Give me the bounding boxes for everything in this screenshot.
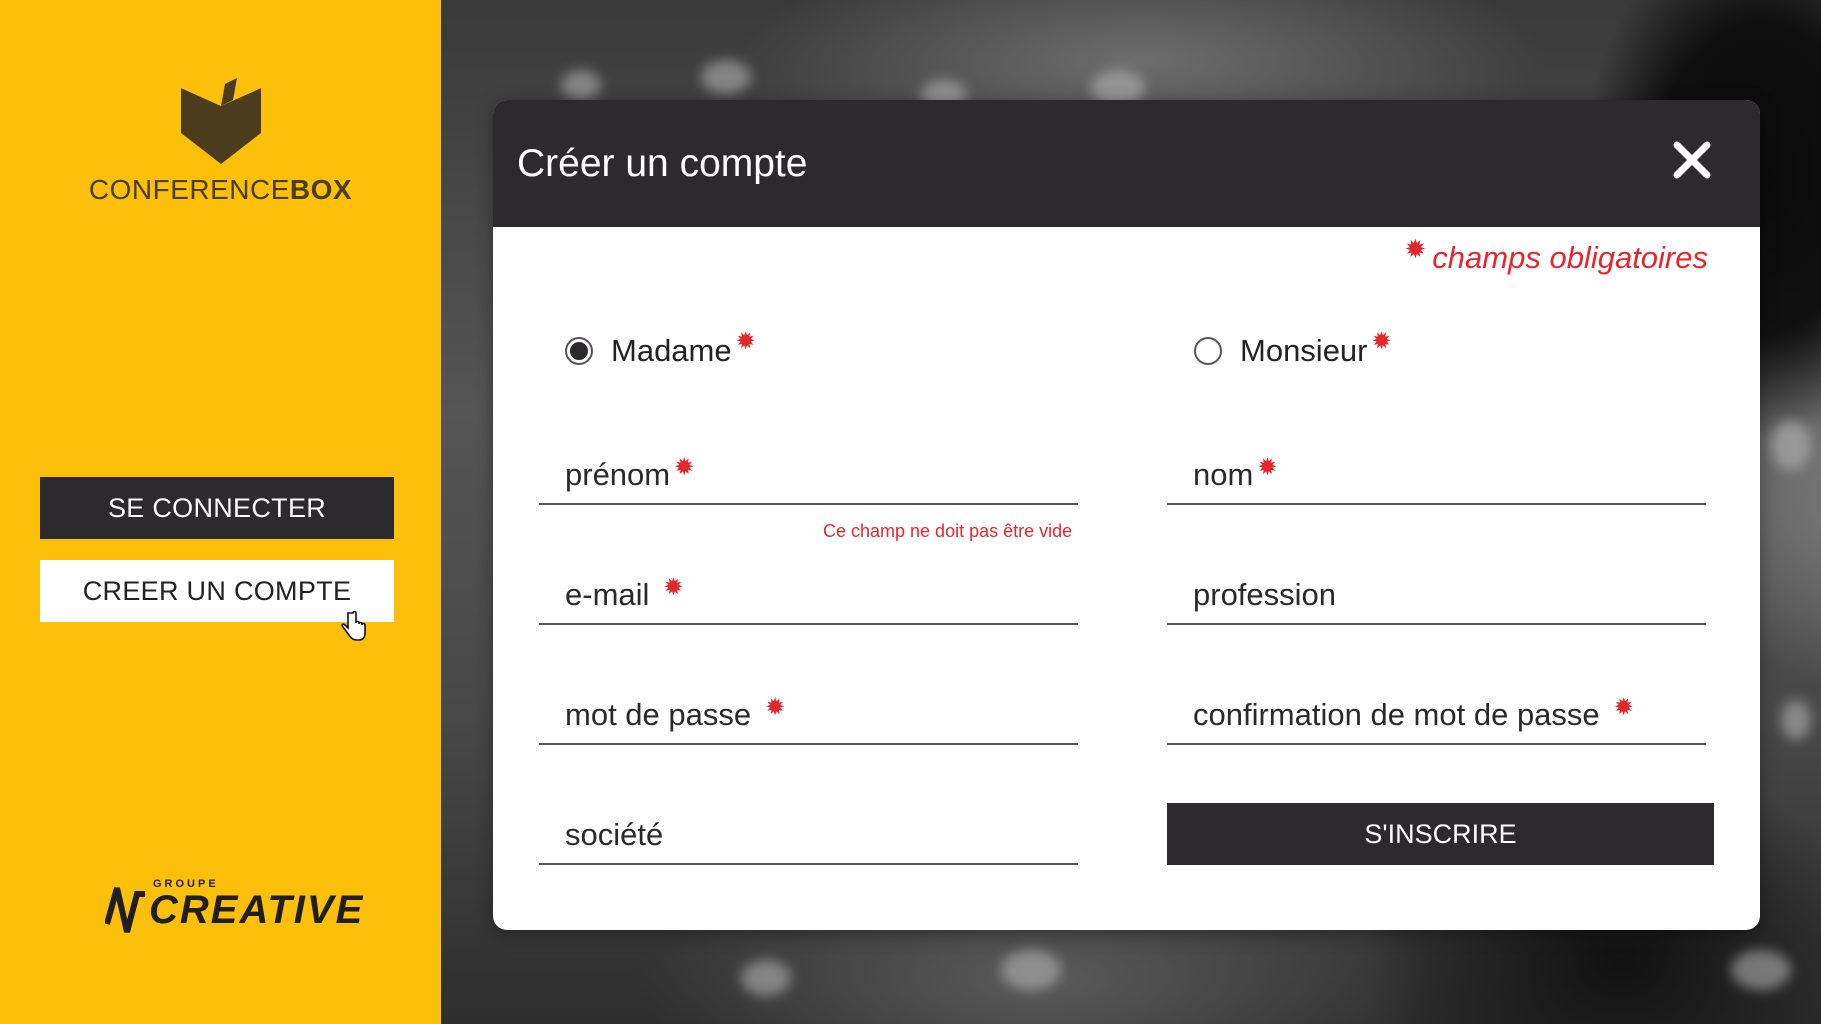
- required-mark: ✹: [674, 454, 695, 481]
- required-note-text: champs obligatoires: [1432, 240, 1708, 275]
- logo-text-part2: BOX: [289, 174, 353, 205]
- required-mark: ✹: [1371, 327, 1392, 355]
- create-account-modal: Créer un compte ✹ champs obligatoires Mad…: [493, 100, 1760, 930]
- radio-monsieur[interactable]: Monsieur ✹: [1194, 328, 1392, 369]
- login-button[interactable]: SE CONNECTER: [40, 477, 394, 539]
- prenom-error-message: Ce champ ne doit pas être vide: [823, 521, 1073, 541]
- required-mark: ✹: [1404, 234, 1427, 264]
- prenom-field[interactable]: prénom ✹: [539, 435, 1078, 505]
- hand-cursor-icon: [340, 610, 366, 648]
- required-mark: ✹: [765, 694, 786, 721]
- required-fields-note: ✹ champs obligatoires: [1401, 234, 1709, 276]
- radio-label-monsieur: Monsieur: [1240, 333, 1368, 368]
- modal-title: Créer un compte: [517, 142, 808, 185]
- password-confirm-label: confirmation de mot de passe ✹: [1193, 694, 1634, 733]
- radio-madame[interactable]: Madame ✹: [565, 328, 756, 369]
- password-confirm-label-text: confirmation de mot de passe: [1193, 697, 1600, 732]
- password-label-text: mot de passe: [565, 697, 752, 732]
- required-mark: ✹: [1613, 694, 1634, 721]
- nom-field[interactable]: nom ✹: [1167, 435, 1706, 505]
- nom-label: nom ✹: [1193, 454, 1278, 493]
- password-confirm-field[interactable]: confirmation de mot de passe ✹: [1167, 675, 1706, 745]
- email-label-text: e-mail: [565, 577, 650, 612]
- creative-logo-icon: [105, 887, 145, 933]
- logo-text-part1: CONFERENCE: [88, 174, 290, 205]
- profession-field[interactable]: profession: [1167, 555, 1706, 625]
- profession-label: profession: [1193, 577, 1337, 612]
- nom-label-text: nom: [1193, 457, 1254, 492]
- radio-selected-dot: [570, 342, 588, 360]
- required-mark: ✹: [1257, 454, 1278, 481]
- modal-header: Créer un compte: [493, 100, 1760, 227]
- creative-label: CREATIVE: [149, 888, 365, 932]
- logo-text: CONFERENCEBOX: [0, 174, 441, 206]
- required-mark: ✹: [663, 574, 684, 601]
- email-field[interactable]: e-mail ✹: [539, 555, 1078, 625]
- close-icon[interactable]: [1672, 140, 1712, 180]
- required-mark: ✹: [735, 327, 756, 355]
- submit-button[interactable]: S'INSCRIRE: [1167, 803, 1714, 865]
- sidebar: CONFERENCEBOX SE CONNECTER CREER UN COMP…: [0, 0, 441, 1024]
- password-label: mot de passe ✹: [565, 694, 786, 733]
- groupe-creative-logo: GROUPE CREATIVE: [105, 876, 362, 936]
- radio-circle-monsieur[interactable]: [1194, 337, 1222, 365]
- prenom-label-text: prénom: [565, 457, 671, 492]
- box-logo-icon: [180, 78, 261, 164]
- conferencebox-logo: CONFERENCEBOX: [0, 78, 441, 206]
- societe-label: société: [565, 817, 664, 852]
- prenom-label: prénom ✹: [565, 454, 695, 493]
- email-label: e-mail ✹: [565, 574, 684, 613]
- radio-label-madame: Madame: [611, 333, 732, 368]
- password-field[interactable]: mot de passe ✹: [539, 675, 1078, 745]
- radio-circle-madame[interactable]: [565, 337, 593, 365]
- societe-field[interactable]: société: [539, 795, 1078, 865]
